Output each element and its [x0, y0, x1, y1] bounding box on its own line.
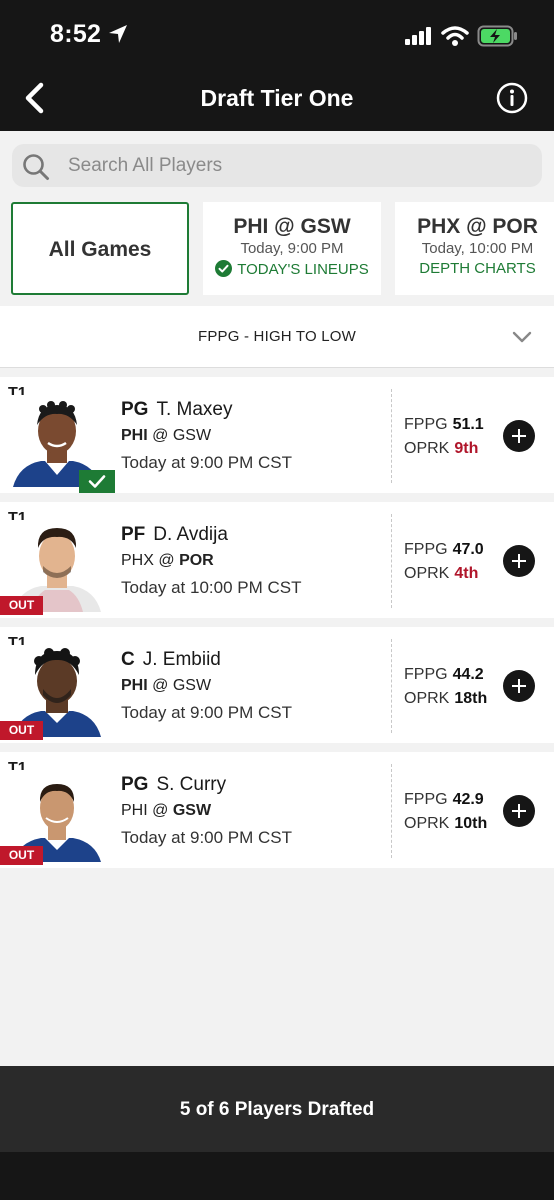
nav-bar: Draft Tier One	[0, 68, 554, 131]
chevron-down-icon	[512, 331, 532, 343]
team-home: GSW	[172, 802, 212, 819]
wifi-icon	[441, 26, 469, 46]
oprk-value: 4th	[454, 565, 479, 582]
game-card-phi-gsw[interactable]: PHI @ GSW Today, 9:00 PM TODAY'S LINEUPS	[203, 202, 381, 295]
at-symbol: @	[152, 427, 169, 444]
game-time: Today, 10:00 PM	[421, 240, 534, 257]
todays-lineups-label: TODAY'S LINEUPS	[237, 261, 369, 278]
game-matchup: PHI @ GSW	[233, 215, 351, 238]
team-home: POR	[179, 552, 214, 569]
game-card-all-games[interactable]: All Games	[11, 202, 189, 295]
cellular-signal-icon	[405, 27, 431, 45]
matchup: PHI @ GSW	[121, 427, 211, 445]
player-position-name: PG T. Maxey	[121, 399, 232, 421]
draft-progress-label: 5 of 6 Players Drafted	[179, 1099, 375, 1120]
game-time: Today at 9:00 PM CST	[121, 828, 293, 847]
divider	[391, 514, 392, 608]
fppg-label: FPPG	[404, 666, 448, 683]
at-symbol: @	[158, 552, 175, 569]
info-icon[interactable]	[496, 82, 528, 114]
todays-lineups-link[interactable]: TODAY'S LINEUPS	[203, 260, 381, 278]
search-icon	[23, 154, 49, 180]
matchup: PHI @ GSW	[121, 802, 211, 820]
player-stats: FPPG 44.2 OPRK 18th	[404, 663, 487, 711]
oprk-value: 18th	[454, 690, 488, 707]
divider	[391, 764, 392, 858]
player-stats: FPPG 51.1 OPRK 9th	[404, 413, 484, 461]
player-name: T. Maxey	[156, 399, 233, 420]
game-time: Today, 9:00 PM	[240, 240, 344, 257]
player-position: C	[121, 649, 135, 670]
bottom-bar	[0, 1152, 554, 1200]
game-time: Today at 10:00 PM CST	[121, 578, 302, 597]
player-position-name: PF D. Avdija	[121, 524, 228, 546]
player-stats: FPPG 47.0 OPRK 4th	[404, 538, 484, 586]
player-position: PG	[121, 399, 149, 420]
out-status-badge: OUT	[0, 846, 43, 865]
search-input[interactable]: Search All Players	[12, 144, 542, 187]
game-card-phx-por[interactable]: PHX @ POR Today, 10:00 PM DEPTH CHARTS	[395, 202, 554, 295]
team-away: PHI	[121, 802, 148, 819]
game-filter: All Games PHI @ GSW Today, 9:00 PM TODAY…	[0, 202, 554, 295]
oprk-label: OPRK	[404, 565, 450, 582]
add-player-button[interactable]	[503, 670, 535, 702]
game-card-label: All Games	[48, 238, 152, 261]
game-time: Today at 9:00 PM CST	[121, 453, 293, 472]
player-position-name: PG S. Curry	[121, 774, 226, 796]
oprk-label: OPRK	[404, 815, 450, 832]
player-position-name: C J. Embiid	[121, 649, 221, 671]
player-position: PF	[121, 524, 146, 545]
status-time: 8:52	[50, 20, 102, 48]
team-away: PHI	[121, 427, 148, 444]
status-bar: 8:52	[0, 0, 554, 68]
drafted-check-icon	[79, 470, 115, 493]
fppg-value: 44.2	[452, 666, 484, 683]
game-time: Today at 9:00 PM CST	[121, 703, 293, 722]
matchup: PHX @ POR	[121, 552, 214, 570]
out-status-badge: OUT	[0, 721, 43, 740]
player-name: J. Embiid	[142, 649, 221, 670]
draft-progress-footer: 5 of 6 Players Drafted	[0, 1066, 554, 1152]
team-home: GSW	[172, 427, 212, 444]
player-row-embiid[interactable]: T1 OUT C J. Embiid PHI @ GSW Today at 9:0…	[0, 627, 554, 743]
oprk-label: OPRK	[404, 440, 450, 457]
location-arrow-icon	[109, 25, 127, 43]
team-away: PHX	[121, 552, 154, 569]
add-player-button[interactable]	[503, 420, 535, 452]
at-symbol: @	[152, 677, 169, 694]
oprk-label: OPRK	[404, 690, 450, 707]
battery-icon	[477, 25, 517, 47]
fppg-value: 42.9	[452, 791, 484, 808]
team-home: GSW	[172, 677, 212, 694]
out-status-badge: OUT	[0, 596, 43, 615]
sort-dropdown[interactable]: FPPG - HIGH TO LOW	[0, 306, 554, 368]
fppg-value: 47.0	[452, 541, 484, 558]
at-symbol: @	[152, 802, 169, 819]
player-position: PG	[121, 774, 149, 795]
player-name: S. Curry	[156, 774, 227, 795]
fppg-label: FPPG	[404, 416, 448, 433]
fppg-value: 51.1	[452, 416, 484, 433]
fppg-label: FPPG	[404, 541, 448, 558]
depth-charts-link[interactable]: DEPTH CHARTS	[395, 260, 554, 277]
player-row-maxey[interactable]: T1 PG T. Maxey PHI @ GSW Today at 9:00 PM…	[0, 377, 554, 493]
game-matchup: PHX @ POR	[417, 215, 538, 238]
player-stats: FPPG 42.9 OPRK 10th	[404, 788, 487, 836]
fppg-label: FPPG	[404, 791, 448, 808]
add-player-button[interactable]	[503, 795, 535, 827]
check-circle-icon	[215, 260, 233, 277]
divider	[391, 639, 392, 733]
sort-label: FPPG - HIGH TO LOW	[197, 328, 357, 345]
oprk-value: 10th	[454, 815, 488, 832]
player-name: D. Avdija	[153, 524, 228, 545]
matchup: PHI @ GSW	[121, 677, 211, 695]
team-away: PHI	[121, 677, 148, 694]
divider	[391, 389, 392, 483]
page-title: Draft Tier One	[200, 85, 354, 111]
oprk-value: 9th	[454, 440, 479, 457]
player-row-curry[interactable]: T1 OUT PG S. Curry PHI @ GSW Today at 9:0…	[0, 752, 554, 868]
player-row-avdija[interactable]: T1 OUT PF D. Avdija PHX @ POR Today at 10…	[0, 502, 554, 618]
add-player-button[interactable]	[503, 545, 535, 577]
search-placeholder: Search All Players	[68, 155, 223, 176]
